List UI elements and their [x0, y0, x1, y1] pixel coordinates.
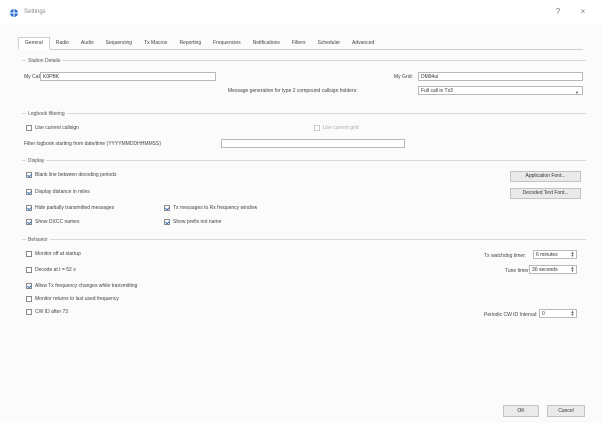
filter-label: Filter logbook starting from date/time (…: [24, 141, 161, 147]
checkbox-label: CW ID after 73: [35, 309, 69, 315]
my-grid-field[interactable]: DM94ui: [418, 72, 583, 81]
blank-line-checkbox[interactable]: Blank line between decoding periods: [26, 172, 116, 178]
checkbox-label: Blank line between decoding periods: [35, 172, 117, 178]
tune-timer-value: 30 seconds: [532, 267, 558, 273]
tab-filters[interactable]: Filters: [286, 38, 312, 49]
settings-dialog: Settings ? × General Radio Audio Sequenc…: [0, 0, 602, 423]
checkbox-label: Use current callsign: [35, 125, 79, 131]
chevron-down-icon: ▼: [575, 90, 579, 95]
checkbox-box: [314, 125, 320, 131]
checkbox-box: [164, 205, 170, 211]
tab-tx-macros[interactable]: Tx Macros: [138, 38, 173, 49]
checkbox-box: [26, 125, 32, 131]
allow-tx-change-checkbox[interactable]: Allow Tx frequency changes while transmi…: [26, 283, 137, 289]
spin-arrows-icon[interactable]: ▲ ▼: [570, 251, 575, 258]
checkbox-box: [26, 296, 32, 302]
msg-gen-label: Message generation for type 2 compound c…: [228, 88, 358, 94]
use-current-grid-checkbox[interactable]: Use current grid: [314, 125, 359, 131]
checkbox-box: [26, 283, 32, 289]
station-details-group: Station Details: [22, 58, 586, 103]
checkbox-box: [26, 309, 32, 315]
watchdog-value: 6 minutes: [536, 252, 558, 258]
my-call-field[interactable]: K0PBK: [40, 72, 216, 81]
tab-sequencing[interactable]: Sequencing: [100, 38, 138, 49]
tune-timer-spinbox[interactable]: 30 seconds ▲ ▼: [529, 265, 577, 274]
spin-arrows-icon[interactable]: ▲ ▼: [570, 266, 575, 273]
checkbox-label: Show DXCC names: [35, 219, 80, 225]
checkbox-label: Monitor off at startup: [35, 251, 81, 257]
application-font-button[interactable]: Application Font...: [510, 171, 581, 182]
tab-reporting[interactable]: Reporting: [173, 38, 207, 49]
msg-gen-value: Full call in Tx3: [421, 88, 453, 94]
watchdog-spinbox[interactable]: 6 minutes ▲ ▼: [533, 250, 577, 259]
cw-interval-spinbox[interactable]: 0 ▲ ▼: [539, 309, 577, 318]
show-prefix-checkbox[interactable]: Show prefix not name: [164, 219, 221, 225]
spin-arrows-icon[interactable]: ▲ ▼: [570, 310, 575, 317]
window-title: Settings: [24, 9, 46, 15]
cw-interval-value: 0: [542, 311, 545, 317]
monitor-returns-checkbox[interactable]: Monitor returns to last used frequency: [26, 296, 119, 302]
checkbox-box: [26, 267, 32, 273]
cw-interval-label: Periodic CW ID Interval:: [484, 312, 538, 318]
monitor-off-checkbox[interactable]: Monitor off at startup: [26, 251, 81, 257]
checkbox-box: [26, 251, 32, 257]
tab-bar: General Radio Audio Sequencing Tx Macros…: [18, 37, 583, 50]
tab-audio[interactable]: Audio: [75, 38, 100, 49]
filter-date-field[interactable]: [221, 139, 405, 148]
checkbox-label: Hide partially transmitted messages: [35, 205, 115, 211]
cancel-button[interactable]: Cancel: [547, 405, 585, 417]
decoded-font-button[interactable]: Decoded Text Font...: [510, 188, 581, 199]
station-details-title: Station Details: [26, 58, 63, 64]
cw-id-checkbox[interactable]: CW ID after 73: [26, 309, 68, 315]
checkbox-box: [164, 219, 170, 225]
checkbox-label: Display distance in miles: [35, 189, 90, 195]
checkbox-box: [26, 189, 32, 195]
distance-miles-checkbox[interactable]: Display distance in miles: [26, 189, 90, 195]
show-dxcc-checkbox[interactable]: Show DXCC names: [26, 219, 79, 225]
tab-general[interactable]: General: [18, 37, 50, 50]
use-current-callsign-checkbox[interactable]: Use current callsign: [26, 125, 79, 131]
checkbox-box: [26, 172, 32, 178]
tune-timer-label: Tune timer:: [505, 268, 531, 274]
checkbox-box: [26, 205, 32, 211]
tx-messages-rx-checkbox[interactable]: Tx messages to Rx frequency window: [164, 205, 257, 211]
watchdog-label: Tx watchdog timer:: [484, 253, 527, 259]
ok-button[interactable]: OK: [503, 405, 539, 417]
decode-at-checkbox[interactable]: Decode at t = 52 s: [26, 267, 76, 273]
checkbox-label: Use current grid: [323, 125, 359, 131]
hide-partial-checkbox[interactable]: Hide partially transmitted messages: [26, 205, 114, 211]
display-group: Display: [22, 158, 586, 233]
tab-frequencies[interactable]: Frequencies: [207, 38, 247, 49]
checkbox-box: [26, 219, 32, 225]
title-bar: Settings ? ×: [0, 0, 602, 24]
my-grid-label: My Grid:: [394, 74, 413, 80]
tab-advanced[interactable]: Advanced: [346, 38, 380, 49]
logbook-title: Logbook filtering: [26, 111, 67, 117]
msg-gen-select[interactable]: Full call in Tx3 ▼: [418, 86, 583, 95]
tab-radio[interactable]: Radio: [50, 38, 75, 49]
checkbox-label: Tx messages to Rx frequency window: [173, 205, 258, 211]
checkbox-label: Show prefix not name: [173, 219, 222, 225]
tab-notifications[interactable]: Notifications: [247, 38, 286, 49]
display-title: Display: [26, 158, 47, 164]
checkbox-label: Decode at t = 52 s: [35, 267, 76, 273]
help-button[interactable]: ?: [547, 5, 569, 19]
app-icon: [10, 9, 18, 17]
behavior-title: Behavior: [26, 237, 50, 243]
checkbox-label: Allow Tx frequency changes while transmi…: [35, 283, 138, 289]
tab-scheduler[interactable]: Scheduler: [312, 38, 347, 49]
close-button[interactable]: ×: [572, 5, 594, 19]
checkbox-label: Monitor returns to last used frequency: [35, 296, 119, 302]
